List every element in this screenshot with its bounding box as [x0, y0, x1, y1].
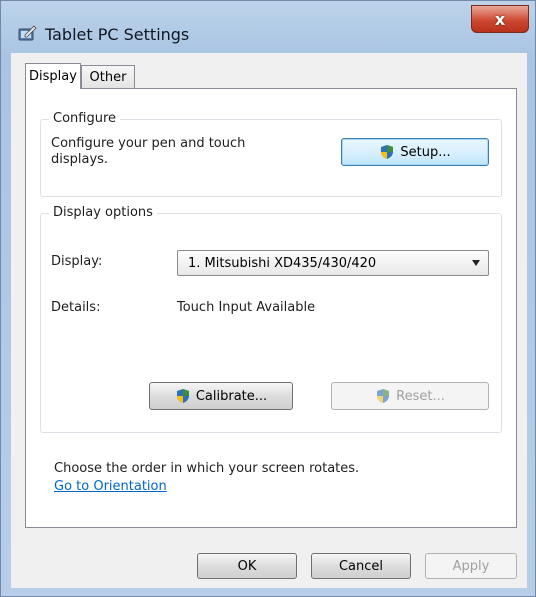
- reset-button[interactable]: Reset...: [331, 382, 489, 410]
- display-select[interactable]: 1. Mitsubishi XD435/430/420: [177, 250, 489, 276]
- apply-button-label: Apply: [452, 558, 490, 574]
- tab-display[interactable]: Display: [25, 63, 81, 89]
- ok-button[interactable]: OK: [197, 553, 297, 579]
- uac-shield-icon: [377, 389, 390, 403]
- tab-other[interactable]: Other: [81, 65, 135, 89]
- calibrate-button-label: Calibrate...: [195, 388, 268, 404]
- apply-button[interactable]: Apply: [425, 553, 517, 579]
- dialog-body: Display Other Configure Configure your p…: [11, 53, 527, 588]
- configure-description-cont: displays.: [51, 152, 109, 167]
- tab-label: Other: [89, 70, 127, 85]
- cancel-button-label: Cancel: [338, 558, 384, 574]
- window-title: Tablet PC Settings: [45, 25, 190, 44]
- display-options-group: Display options Display: 1. Mitsubishi X…: [40, 205, 502, 433]
- details-label: Details:: [51, 300, 101, 315]
- calibrate-button[interactable]: Calibrate...: [149, 382, 293, 410]
- go-to-orientation-link[interactable]: Go to Orientation: [54, 479, 167, 494]
- close-button[interactable]: x: [471, 5, 529, 33]
- uac-shield-icon: [176, 389, 189, 403]
- group-legend: Configure: [49, 111, 121, 126]
- title-bar[interactable]: Tablet PC Settings x: [1, 1, 535, 53]
- tab-label: Display: [29, 69, 77, 84]
- display-label: Display:: [51, 254, 103, 269]
- ok-button-label: OK: [237, 558, 257, 574]
- configure-group: Configure Configure your pen and touch d…: [40, 111, 502, 197]
- cancel-button[interactable]: Cancel: [311, 553, 411, 579]
- details-value: Touch Input Available: [177, 300, 316, 315]
- dialog-window: Tablet PC Settings x Display Other Confi…: [0, 0, 536, 597]
- uac-shield-icon: [381, 145, 394, 159]
- display-select-value: 1. Mitsubishi XD435/430/420: [188, 256, 377, 271]
- configure-description: Configure your pen and touch: [51, 136, 246, 151]
- close-icon: x: [494, 9, 506, 29]
- tablet-pen-icon: [18, 25, 37, 41]
- display-tab-panel: Configure Configure your pen and touch d…: [25, 88, 517, 528]
- setup-button[interactable]: Setup...: [341, 138, 489, 166]
- reset-button-label: Reset...: [396, 388, 445, 404]
- group-legend: Display options: [49, 205, 157, 220]
- setup-button-label: Setup...: [400, 144, 451, 160]
- chevron-down-icon: [472, 260, 480, 266]
- orientation-description: Choose the order in which your screen ro…: [54, 461, 360, 476]
